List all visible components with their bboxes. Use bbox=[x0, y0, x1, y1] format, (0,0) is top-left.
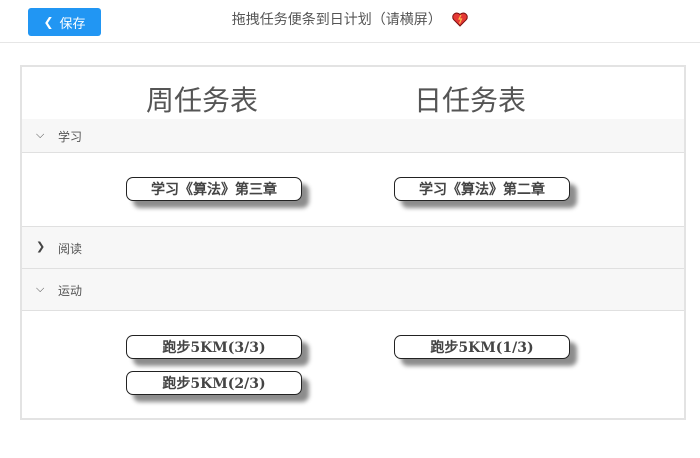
chevron-down-icon: ⌵ bbox=[36, 128, 45, 141]
week-task-card[interactable]: 学习《算法》第三章 bbox=[126, 177, 302, 201]
day-task-card[interactable]: 跑步5KM(1/3) bbox=[394, 335, 570, 359]
section-header-sport[interactable]: ⌵ 运动 bbox=[22, 269, 684, 311]
section-header-study[interactable]: ⌵ 学习 bbox=[22, 119, 684, 153]
page-title-text: 拖拽任务便条到日计划（请横屏） bbox=[231, 12, 442, 28]
page-title: 拖拽任务便条到日计划（请横屏） bbox=[0, 9, 700, 29]
section-header-reading[interactable]: ❯ 阅读 bbox=[22, 227, 684, 269]
section-label-study: 学习 bbox=[58, 130, 83, 144]
section-label-sport: 运动 bbox=[58, 284, 83, 298]
chevron-right-icon: ❯ bbox=[36, 240, 46, 253]
heart-icon bbox=[452, 12, 468, 27]
section-label-reading: 阅读 bbox=[58, 242, 83, 256]
week-column-title: 周任务表 bbox=[145, 84, 258, 117]
day-task-card[interactable]: 学习《算法》第二章 bbox=[394, 177, 570, 201]
week-task-card[interactable]: 跑步5KM(3/3) bbox=[126, 335, 302, 359]
day-column-title: 日任务表 bbox=[413, 84, 526, 117]
chevron-down-icon: ⌵ bbox=[36, 282, 45, 295]
task-board: 周任务表 日任务表 ⌵ 学习 学习《算法》第三章 学习《算法》第二章 ❯ 阅读 … bbox=[20, 65, 686, 420]
section-body-study: 学习《算法》第三章 学习《算法》第二章 bbox=[22, 153, 684, 227]
week-task-card[interactable]: 跑步5KM(2/3) bbox=[126, 371, 302, 395]
top-bar: ❮ 保存 拖拽任务便条到日计划（请横屏） bbox=[0, 0, 700, 43]
section-body-sport: 跑步5KM(3/3) 跑步5KM(2/3) 跑步5KM(1/3) bbox=[22, 311, 684, 418]
